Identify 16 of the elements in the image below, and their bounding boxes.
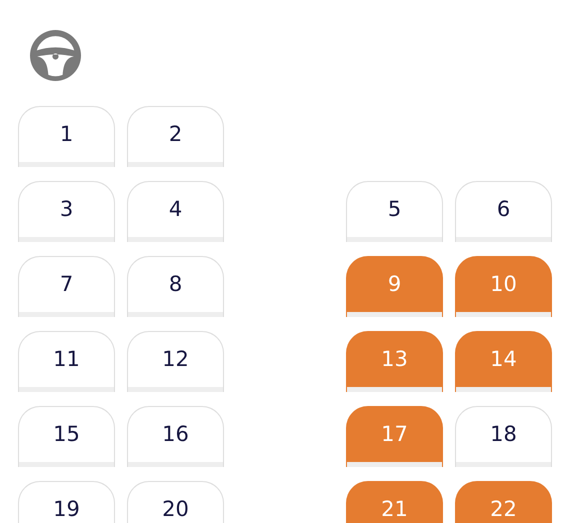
seat[interactable]: 4 [127, 181, 224, 242]
seat[interactable]: 15 [18, 406, 115, 467]
seat[interactable]: 5 [346, 181, 443, 242]
seat[interactable]: 12 [127, 331, 224, 392]
seat[interactable]: 2 [127, 106, 224, 167]
seat[interactable]: 1 [18, 106, 115, 167]
seat[interactable]: 7 [18, 256, 115, 317]
seat[interactable]: 3 [18, 181, 115, 242]
seat[interactable]: 6 [455, 181, 552, 242]
seat[interactable]: 18 [455, 406, 552, 467]
seat[interactable]: 20 [127, 481, 224, 523]
seat[interactable]: 16 [127, 406, 224, 467]
seat[interactable]: 19 [18, 481, 115, 523]
seat[interactable]: 11 [18, 331, 115, 392]
seat[interactable]: 8 [127, 256, 224, 317]
steering-wheel-icon [30, 30, 81, 81]
